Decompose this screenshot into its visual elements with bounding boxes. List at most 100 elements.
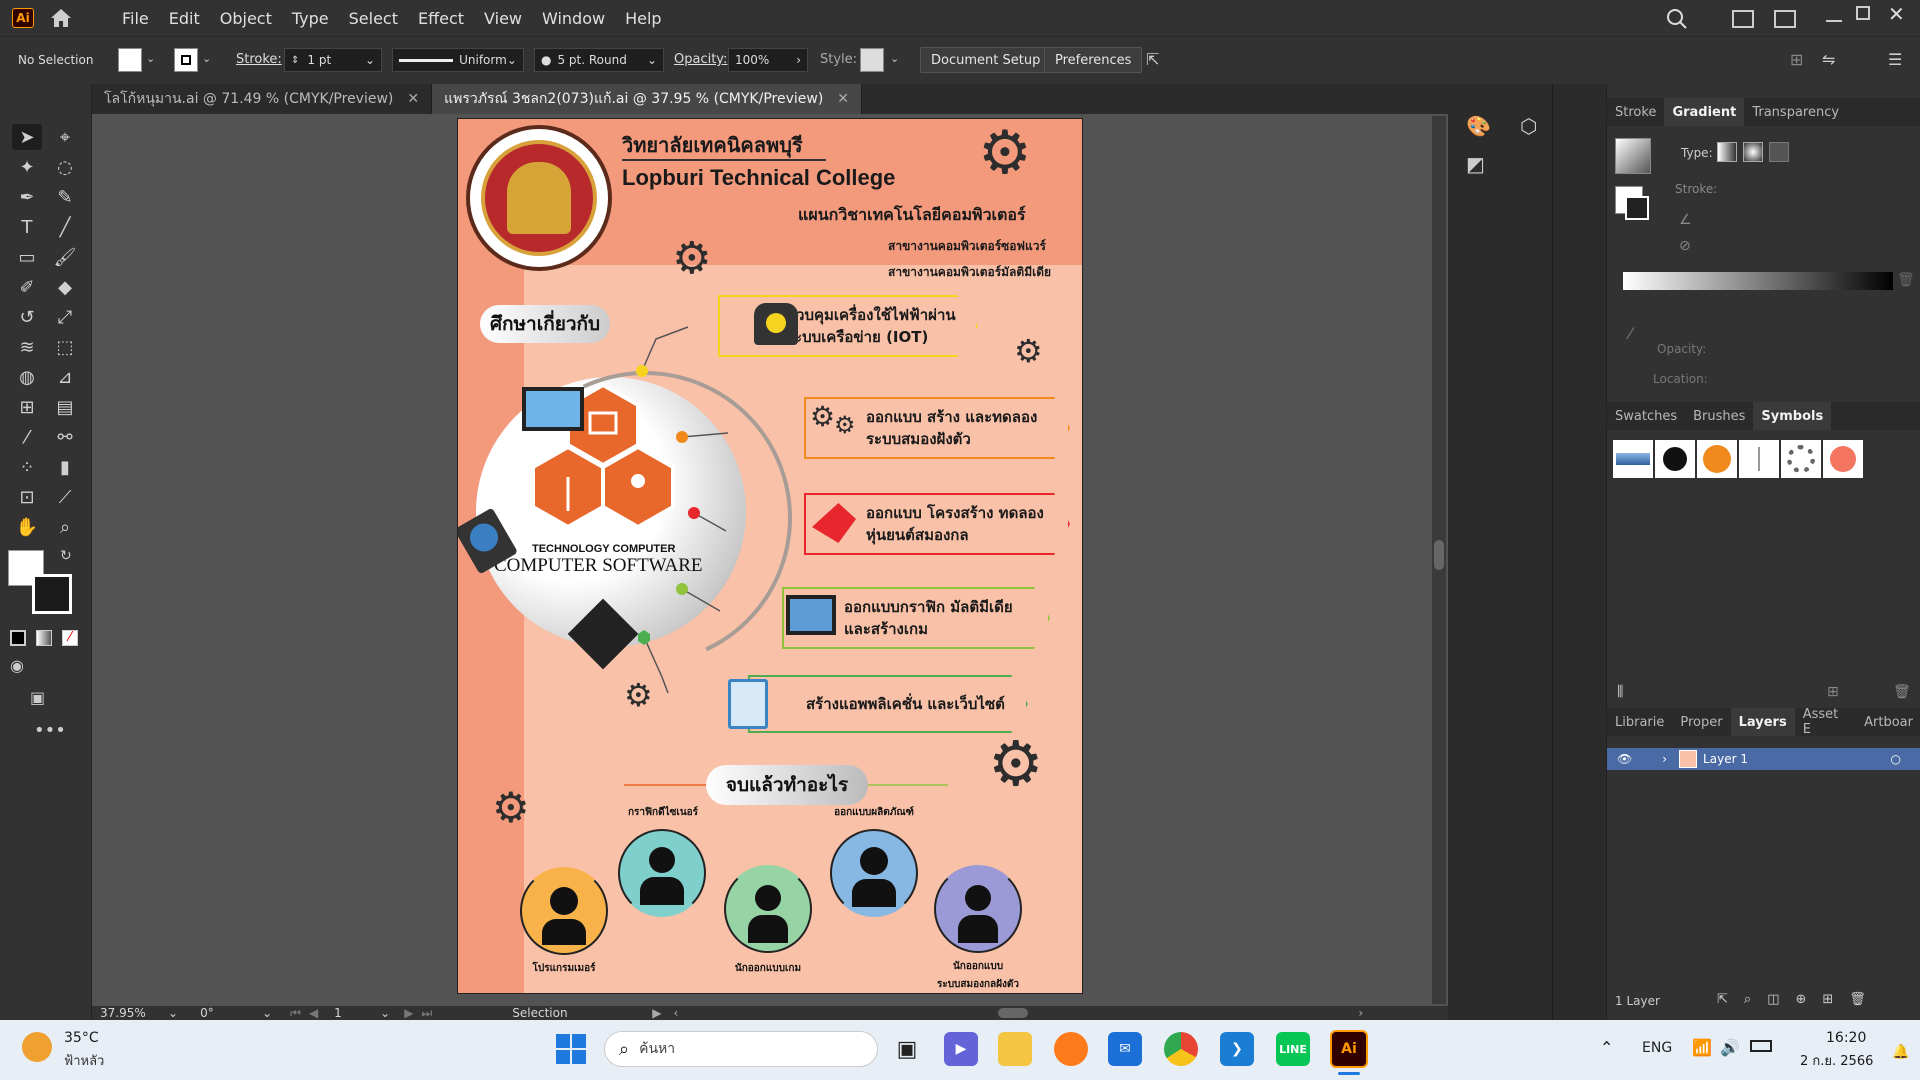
restore-button[interactable] [1856, 6, 1870, 20]
new-sublayer-icon[interactable]: ⊕ [1795, 992, 1806, 1007]
stroke-color-box[interactable] [32, 574, 72, 614]
stroke-swatch[interactable] [174, 48, 198, 72]
variable-width-profile[interactable]: Uniform ⌄ [392, 48, 524, 72]
arrange-documents-icon[interactable] [1732, 10, 1754, 28]
close-button[interactable]: ✕ [1888, 2, 1905, 26]
gradient-tool-icon[interactable]: ▤ [50, 394, 80, 420]
eyedropper-icon[interactable]: ⁄ [1629, 324, 1632, 343]
prev-artboard-icon[interactable]: ◀ [309, 1006, 318, 1020]
none-mode-icon[interactable]: ⁄ [62, 630, 78, 646]
file-explorer-icon[interactable] [998, 1032, 1032, 1066]
weather-desc[interactable]: ฟ้าหลัว [64, 1050, 104, 1071]
artboard-tool-icon[interactable]: ⊡ [12, 484, 42, 510]
firefox-icon[interactable] [1054, 1032, 1088, 1066]
locate-object-icon[interactable]: ⌕ [1744, 992, 1751, 1007]
symbol-item[interactable] [1739, 440, 1779, 478]
menu-file[interactable]: File [112, 9, 159, 28]
curvature-tool-icon[interactable]: ✎ [50, 184, 80, 210]
gradient-stroke-box[interactable] [1625, 196, 1649, 220]
type-tool-icon[interactable]: T [12, 214, 42, 240]
align-icon[interactable]: ⊞ [1790, 50, 1803, 69]
lasso-icon[interactable]: ◌ [50, 154, 80, 180]
freeform-gradient-icon[interactable] [1769, 142, 1789, 162]
menu-effect[interactable]: Effect [408, 9, 474, 28]
tab-artboards[interactable]: Artboar [1856, 708, 1920, 736]
meet-icon[interactable]: ▶ [944, 1032, 978, 1066]
delete-symbol-icon[interactable]: 🗑 [1893, 684, 1911, 700]
weather-icon[interactable] [22, 1032, 52, 1062]
eraser-icon[interactable]: ◆ [50, 274, 80, 300]
layer-row[interactable]: 👁 › Layer 1 ○ [1607, 748, 1920, 770]
color-mode-icon[interactable] [10, 630, 26, 646]
artboard-dropdown-icon[interactable]: ⌄ [380, 1006, 390, 1020]
clipping-mask-icon[interactable]: ◫ [1767, 992, 1779, 1007]
input-language[interactable]: ENG [1642, 1040, 1672, 1056]
symbol-libraries-icon[interactable]: ⫼ [1617, 684, 1623, 700]
expand-layer-icon[interactable]: › [1662, 752, 1667, 766]
tab-stroke[interactable]: Stroke [1607, 98, 1664, 126]
slice-tool-icon[interactable]: ⟋ [50, 484, 80, 510]
perspective-grid-icon[interactable]: ⊿ [50, 364, 80, 390]
blend-tool-icon[interactable]: ⚯ [50, 424, 80, 450]
windows-start-icon[interactable] [556, 1034, 586, 1064]
chrome-icon[interactable] [1164, 1032, 1198, 1066]
direct-selection-tool-icon[interactable]: ⌖ [50, 124, 80, 150]
clock-date[interactable]: 2 ก.ย. 2566 [1800, 1050, 1873, 1071]
symbol-item[interactable] [1823, 440, 1863, 478]
line-tool-icon[interactable]: ╱ [50, 214, 80, 240]
clock-time[interactable]: 16:20 [1826, 1030, 1866, 1046]
opacity-field[interactable]: 100% › [728, 48, 808, 72]
tab-swatches[interactable]: Swatches [1607, 402, 1685, 430]
symbol-sprayer-icon[interactable]: ⁘ [12, 454, 42, 480]
graphic-style-swatch[interactable] [860, 48, 884, 72]
vertical-scrollbar[interactable] [1432, 116, 1446, 1004]
delete-stop-icon[interactable]: 🗑 [1897, 272, 1915, 288]
scale-tool-icon[interactable]: ⤢ [50, 304, 80, 330]
color-guide-icon[interactable]: 🎨 [1466, 114, 1491, 138]
minimize-button[interactable] [1826, 6, 1842, 22]
task-view-icon[interactable]: ▣ [890, 1032, 924, 1066]
selection-tool-icon[interactable]: ➤ [12, 124, 42, 150]
swap-colors-icon[interactable]: ↻ [60, 548, 72, 564]
new-layer-icon[interactable]: ⊞ [1822, 992, 1833, 1007]
image-trace-icon[interactable]: ◩ [1466, 152, 1485, 176]
transform-icon[interactable]: ⇋ [1822, 50, 1835, 69]
close-tab-icon[interactable]: ✕ [407, 91, 419, 107]
volume-icon[interactable]: 🔊 [1720, 1038, 1740, 1057]
tab-properties[interactable]: Proper [1672, 708, 1730, 736]
symbol-item[interactable] [1697, 440, 1737, 478]
last-artboard-icon[interactable]: ⏭ [421, 1006, 432, 1021]
fill-dropdown-icon[interactable]: ⌄ [146, 52, 155, 65]
zoom-tool-icon[interactable]: ⌕ [50, 514, 80, 540]
delete-layer-icon[interactable]: 🗑 [1849, 992, 1866, 1007]
preferences-button[interactable]: Preferences [1044, 47, 1143, 73]
document-setup-button[interactable]: Document Setup [920, 47, 1052, 73]
column-graph-icon[interactable]: ▮ [50, 454, 80, 480]
scrollbar-thumb[interactable] [1434, 540, 1444, 570]
export-layer-icon[interactable]: ⇱ [1717, 992, 1728, 1007]
rotation-dropdown-icon[interactable]: ⌄ [262, 1006, 272, 1020]
symbol-item[interactable] [1613, 440, 1653, 478]
next-artboard-icon[interactable]: ▶ [404, 1006, 413, 1020]
rectangle-tool-icon[interactable]: ▭ [12, 244, 42, 270]
eyedropper-icon[interactable]: ⁄ [12, 424, 42, 450]
pen-tool-icon[interactable]: ✒ [12, 184, 42, 210]
first-artboard-icon[interactable]: ⏮ [290, 1006, 301, 1021]
magic-wand-icon[interactable]: ✦ [12, 154, 42, 180]
warp-tool-icon[interactable]: ≋ [12, 334, 42, 360]
artboard-number[interactable]: 1 [334, 1006, 374, 1020]
gradient-preview[interactable] [1615, 138, 1651, 174]
more-tools-icon[interactable]: ••• [34, 720, 66, 741]
3d-icon[interactable]: ⬡ [1520, 114, 1537, 138]
battery-icon[interactable] [1750, 1040, 1772, 1052]
menu-edit[interactable]: Edit [159, 9, 210, 28]
weather-temp[interactable]: 35°C [64, 1030, 99, 1046]
draw-mode-icon[interactable]: ◉ [10, 656, 24, 675]
style-dropdown-icon[interactable]: ⌄ [890, 52, 899, 65]
scroll-left-icon[interactable]: ‹ [674, 1006, 679, 1020]
tab-gradient[interactable]: Gradient [1664, 98, 1745, 126]
mail-icon[interactable]: ✉ [1108, 1032, 1142, 1066]
visibility-eye-icon[interactable]: 👁 [1617, 752, 1632, 766]
tab-brushes[interactable]: Brushes [1685, 402, 1753, 430]
line-app-icon[interactable]: LINE [1276, 1032, 1310, 1066]
